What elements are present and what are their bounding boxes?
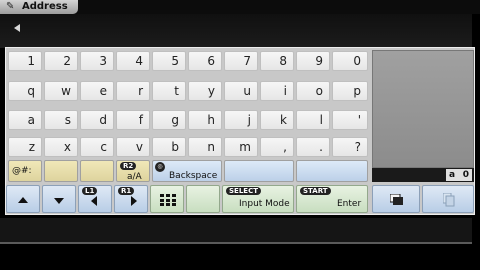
key-w[interactable]: w — [44, 81, 78, 101]
copy-icon — [443, 193, 455, 207]
key-5[interactable]: 5 — [152, 51, 186, 71]
arrow-right-icon — [131, 196, 137, 206]
key-comma[interactable]: , — [260, 137, 294, 157]
key-question[interactable]: ? — [332, 137, 368, 157]
key-a[interactable]: a — [8, 110, 42, 130]
key-r[interactable]: r — [116, 81, 150, 101]
cursor-up-button[interactable] — [6, 185, 40, 213]
key-z[interactable]: z — [8, 137, 42, 157]
pencil-icon: ✎ — [6, 1, 15, 12]
key-b[interactable]: b — [152, 137, 186, 157]
r2-badge: R2 — [120, 162, 137, 170]
key-m[interactable]: m — [224, 137, 258, 157]
circle-button-icon: ◎ — [155, 162, 165, 172]
onscreen-keyboard: 1 2 3 4 5 6 7 8 9 0 q w e r t y u i o p … — [5, 47, 475, 215]
blank-key-green[interactable] — [186, 185, 220, 213]
key-p[interactable]: p — [332, 81, 368, 101]
preview-panel — [372, 50, 474, 168]
key-apostrophe[interactable]: ' — [332, 110, 368, 130]
key-4[interactable]: 4 — [116, 51, 150, 71]
grid-icon — [160, 194, 176, 206]
key-h[interactable]: h — [188, 110, 222, 130]
key-l[interactable]: l — [296, 110, 330, 130]
key-j[interactable]: j — [224, 110, 258, 130]
start-badge: START — [300, 187, 331, 195]
key-d[interactable]: d — [80, 110, 114, 130]
key-e[interactable]: e — [80, 81, 114, 101]
key-q[interactable]: q — [8, 81, 42, 101]
key-s[interactable]: s — [44, 110, 78, 130]
key-o[interactable]: o — [296, 81, 330, 101]
bottom-divider — [0, 242, 472, 244]
arrow-left-icon — [91, 196, 97, 206]
cursor-left-button[interactable]: L1 — [78, 185, 112, 213]
key-period[interactable]: . — [296, 137, 330, 157]
blank-key-blue-1[interactable] — [224, 160, 294, 182]
blank-key-blue-2[interactable] — [296, 160, 368, 182]
key-x[interactable]: x — [44, 137, 78, 157]
character-counter: a 0 — [372, 168, 474, 182]
key-i[interactable]: i — [260, 81, 294, 101]
blank-key-yellow-2[interactable] — [80, 160, 114, 182]
field-title: Address — [22, 1, 68, 12]
key-y[interactable]: y — [188, 81, 222, 101]
case-toggle-button[interactable]: R2 a/A — [116, 160, 150, 182]
symbols-button[interactable]: @#: — [8, 160, 42, 182]
key-t[interactable]: t — [152, 81, 186, 101]
key-8[interactable]: 8 — [260, 51, 294, 71]
cursor-right-button[interactable]: R1 — [114, 185, 148, 213]
back-arrow-icon[interactable] — [14, 24, 20, 32]
text-input-area[interactable] — [0, 14, 472, 48]
r1-badge: R1 — [118, 187, 135, 195]
l1-badge: L1 — [82, 187, 98, 195]
counter-badge: a 0 — [446, 169, 472, 181]
title-tab: ✎ Address — [0, 0, 78, 14]
select-badge: SELECT — [226, 187, 261, 195]
backspace-button[interactable]: ◎ Backspace — [152, 160, 222, 182]
title-bar: ✎ Address — [0, 0, 480, 14]
key-7[interactable]: 7 — [224, 51, 258, 71]
key-3[interactable]: 3 — [80, 51, 114, 71]
arrow-up-icon — [18, 197, 28, 203]
key-u[interactable]: u — [224, 81, 258, 101]
key-9[interactable]: 9 — [296, 51, 330, 71]
cursor-down-button[interactable] — [42, 185, 76, 213]
blank-key-yellow-1[interactable] — [44, 160, 78, 182]
key-n[interactable]: n — [188, 137, 222, 157]
key-g[interactable]: g — [152, 110, 186, 130]
key-0[interactable]: 0 — [332, 51, 368, 71]
key-k[interactable]: k — [260, 110, 294, 130]
copy-button[interactable] — [422, 185, 474, 213]
key-2[interactable]: 2 — [44, 51, 78, 71]
arrow-down-icon — [54, 198, 64, 204]
key-6[interactable]: 6 — [188, 51, 222, 71]
window-toggle-button[interactable] — [372, 185, 420, 213]
keypad-layout-button[interactable] — [150, 185, 184, 213]
key-v[interactable]: v — [116, 137, 150, 157]
key-1[interactable]: 1 — [8, 51, 42, 71]
input-mode-button[interactable]: SELECT Input Mode — [222, 185, 294, 213]
bottom-strip — [0, 218, 472, 242]
key-c[interactable]: c — [80, 137, 114, 157]
enter-button[interactable]: START Enter — [296, 185, 368, 213]
windows-icon — [390, 194, 403, 205]
key-f[interactable]: f — [116, 110, 150, 130]
